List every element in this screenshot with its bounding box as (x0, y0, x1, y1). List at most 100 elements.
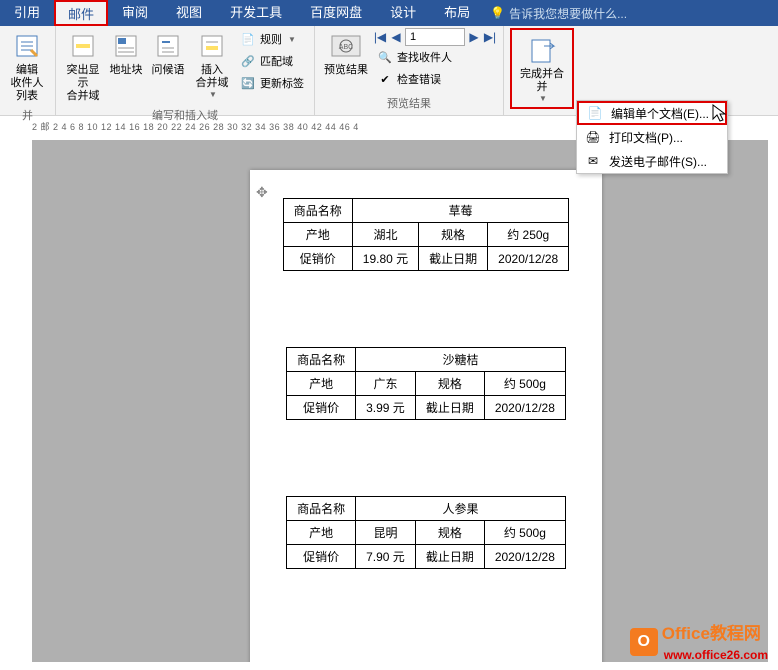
group-write-insert: 突出显示 合并域 地址块 问候语 插入 合并域▼ 📄规则▼ 🔗匹配域 🔄更新标签… (56, 26, 315, 115)
tab-bar: 引用 邮件 审阅 视图 开发工具 百度网盘 设计 布局 💡 告诉我您想要做什么.… (0, 0, 778, 26)
check-errors-label: 检查错误 (397, 71, 441, 87)
origin-value: 广东 (356, 372, 416, 396)
address-block-button[interactable]: 地址块 (106, 28, 146, 79)
rules-button[interactable]: 📄规则 ▼ (236, 28, 308, 50)
date-label: 截止日期 (415, 396, 484, 420)
preview-button[interactable]: ABC 预览结果 (321, 28, 371, 79)
edit-single-doc-item[interactable]: 📄 编辑单个文档(E)... (577, 101, 727, 125)
group-recipients: 编辑 收件人列表 并 (0, 26, 56, 115)
print-doc-item[interactable]: 🖨 打印文档(P)... (577, 125, 727, 149)
group-finish: 完成并合并 ▼ (504, 26, 580, 115)
prev-record-button[interactable]: ◀ (389, 28, 403, 46)
match-icon: 🔗 (240, 53, 256, 69)
edit-single-doc-label: 编辑单个文档(E)... (611, 105, 709, 122)
origin-label: 产地 (283, 223, 352, 247)
spec-label: 规格 (415, 372, 484, 396)
finish-merge-label: 完成并合并 (516, 68, 568, 94)
watermark-brand: Office (662, 624, 710, 643)
insert-merge-button[interactable]: 插入 合并域▼ (190, 28, 234, 101)
highlight-icon (67, 30, 99, 62)
table-handle-icon[interactable]: ✥ (256, 184, 268, 196)
price-label: 促销价 (283, 247, 352, 271)
document-page: ✥ 商品名称草莓 产地湖北规格约 250g 促销价19.80 元截止日期2020… (250, 170, 602, 662)
group-preview: ABC 预览结果 |◀ ◀ ▶ ▶| 🔍查找收件人 ✔检查错误 预览结果 (315, 26, 504, 115)
tab-dev[interactable]: 开发工具 (216, 0, 296, 26)
name-value: 人参果 (356, 497, 566, 521)
date-label: 截止日期 (419, 247, 488, 271)
email-icon: ✉ (585, 153, 601, 169)
name-label: 商品名称 (287, 348, 356, 372)
chevron-down-icon: ▼ (209, 90, 217, 99)
update-icon: 🔄 (240, 75, 256, 91)
tab-layout[interactable]: 布局 (430, 0, 484, 26)
find-recipient-label: 查找收件人 (397, 49, 452, 65)
tab-baidu[interactable]: 百度网盘 (296, 0, 376, 26)
record-nav: |◀ ◀ ▶ ▶| (373, 28, 497, 46)
document-icon: 📄 (587, 105, 603, 121)
insert-merge-label: 插入 合并域 (196, 64, 229, 90)
match-button[interactable]: 🔗匹配域 (236, 50, 308, 72)
tab-mail[interactable]: 邮件 (54, 0, 108, 26)
check-errors-button[interactable]: ✔检查错误 (373, 68, 497, 90)
greeting-button[interactable]: 问候语 (148, 28, 188, 79)
price-value: 3.99 元 (356, 396, 416, 420)
svg-text:ABC: ABC (339, 44, 353, 51)
origin-label: 产地 (287, 372, 356, 396)
insert-field-icon (196, 30, 228, 62)
watermark-url: www.office26.com (664, 648, 768, 662)
group-label-preview: 预览结果 (321, 93, 497, 113)
cursor-icon (712, 104, 728, 124)
print-doc-label: 打印文档(P)... (609, 129, 683, 146)
send-email-item[interactable]: ✉ 发送电子邮件(S)... (577, 149, 727, 173)
product-table-2: 商品名称沙糖桔 产地广东规格约 500g 促销价3.99 元截止日期2020/1… (286, 347, 566, 420)
greeting-label: 问候语 (152, 64, 185, 77)
send-email-label: 发送电子邮件(S)... (609, 153, 707, 170)
spec-value: 约 500g (484, 521, 565, 545)
origin-value: 昆明 (356, 521, 416, 545)
date-value: 2020/12/28 (484, 396, 565, 420)
find-recipient-button[interactable]: 🔍查找收件人 (373, 46, 497, 68)
check-icon: ✔ (377, 71, 393, 87)
first-record-button[interactable]: |◀ (373, 28, 387, 46)
spec-label: 规格 (415, 521, 484, 545)
next-record-button[interactable]: ▶ (467, 28, 481, 46)
price-label: 促销价 (287, 545, 356, 569)
product-table-1: 商品名称草莓 产地湖北规格约 250g 促销价19.80 元截止日期2020/1… (283, 198, 569, 271)
watermark-suffix: 教程网 (710, 624, 761, 643)
last-record-button[interactable]: ▶| (483, 28, 497, 46)
finish-merge-icon (526, 34, 558, 66)
name-value: 草莓 (352, 199, 568, 223)
tab-view[interactable]: 视图 (162, 0, 216, 26)
rules-label: 规则 (260, 31, 282, 47)
office-logo-icon: O (630, 628, 658, 656)
tab-design[interactable]: 设计 (376, 0, 430, 26)
rules-icon: 📄 (240, 31, 256, 47)
document-canvas[interactable]: ✥ 商品名称草莓 产地湖北规格约 250g 促销价19.80 元截止日期2020… (32, 140, 768, 662)
tab-quote[interactable]: 引用 (0, 0, 54, 26)
update-button[interactable]: 🔄更新标签 (236, 72, 308, 94)
search-icon: 🔍 (377, 49, 393, 65)
finish-merge-button[interactable]: 完成并合并 ▼ (514, 32, 570, 105)
name-label: 商品名称 (283, 199, 352, 223)
date-label: 截止日期 (415, 545, 484, 569)
edit-list-icon (11, 30, 43, 62)
chevron-down-icon: ▼ (288, 35, 296, 44)
tab-review[interactable]: 审阅 (108, 0, 162, 26)
edit-recipients-button[interactable]: 编辑 收件人列表 (6, 28, 48, 105)
name-value: 沙糖桔 (356, 348, 566, 372)
watermark: O Office教程网 www.office26.com (630, 619, 768, 664)
price-label: 促销价 (287, 396, 356, 420)
name-label: 商品名称 (287, 497, 356, 521)
tell-me-text: 告诉我您想要做什么... (509, 5, 627, 22)
price-value: 7.90 元 (356, 545, 416, 569)
spec-value: 约 250g (488, 223, 569, 247)
highlight-merge-button[interactable]: 突出显示 合并域 (62, 28, 104, 105)
address-icon (110, 30, 142, 62)
record-input[interactable] (405, 28, 465, 46)
finish-merge-dropdown: 📄 编辑单个文档(E)... 🖨 打印文档(P)... ✉ 发送电子邮件(S).… (576, 100, 728, 174)
tell-me[interactable]: 💡 告诉我您想要做什么... (490, 5, 627, 22)
origin-value: 湖北 (352, 223, 418, 247)
chevron-down-icon: ▼ (539, 94, 547, 103)
product-table-3: 商品名称人参果 产地昆明规格约 500g 促销价7.90 元截止日期2020/1… (286, 496, 566, 569)
edit-recipients-label: 编辑 收件人列表 (8, 64, 46, 103)
